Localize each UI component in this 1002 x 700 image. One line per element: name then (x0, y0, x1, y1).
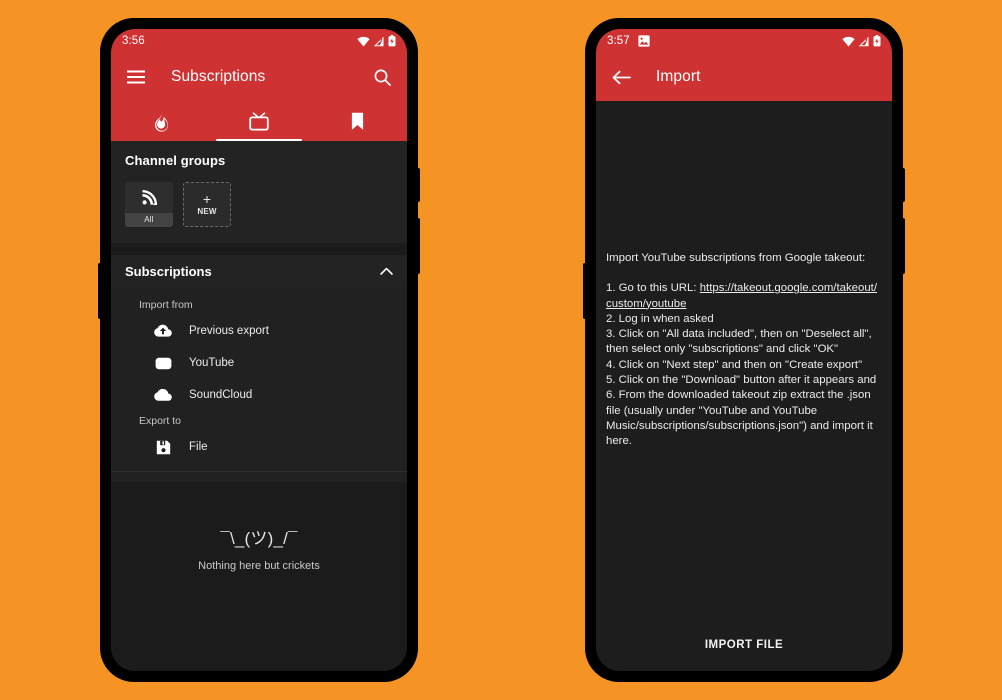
bookmark-icon (352, 112, 364, 130)
left-app-bar: Subscriptions (111, 53, 407, 101)
phone-left: 3:56 Subscriptions Channel groups All + … (98, 18, 420, 682)
phone-left-volume-button[interactable] (416, 218, 420, 274)
menu-item-soundcloud-label: SoundCloud (189, 389, 253, 401)
battery-icon (873, 35, 881, 47)
tab-trending[interactable] (111, 101, 210, 141)
menu-item-soundcloud[interactable]: SoundCloud (111, 379, 407, 411)
flame-icon (154, 110, 168, 132)
arrow-back-icon[interactable] (610, 66, 632, 88)
cell-signal-icon (373, 36, 384, 46)
channel-group-chip-new-label: NEW (197, 207, 217, 216)
import-step1-prefix: 1. Go to this URL: (606, 282, 700, 295)
hamburger-menu-icon[interactable] (125, 66, 147, 88)
phone-right-assistant-button[interactable] (583, 263, 587, 319)
channel-group-chip-all-label: All (125, 213, 173, 227)
menu-caption-import-from: Import from (139, 299, 193, 311)
save-disk-icon (153, 440, 173, 455)
search-icon[interactable] (371, 66, 393, 88)
import-flex-spacer (606, 450, 882, 639)
youtube-icon (153, 357, 173, 370)
left-status-system-icons (357, 35, 396, 47)
left-status-bar: 3:56 (111, 29, 407, 53)
import-file-button[interactable]: IMPORT FILE (606, 639, 882, 671)
menu-item-previous-export-label: Previous export (189, 325, 269, 337)
empty-state: ¯\_(ツ)_/¯ Nothing here but crickets (111, 482, 407, 671)
menu-item-youtube-label: YouTube (189, 357, 235, 369)
tab-bookmarks[interactable] (308, 101, 407, 141)
tab-subscriptions[interactable] (210, 101, 309, 141)
subscriptions-menu: Import from Previous export YouTube Soun… (111, 287, 407, 482)
screenshot-stage: 3:56 Subscriptions Channel groups All + … (0, 0, 1002, 700)
tv-icon (249, 111, 269, 130)
page-title: Subscriptions (171, 68, 266, 85)
phone-right-volume-button[interactable] (901, 218, 905, 274)
right-app-bar: Import (596, 53, 892, 101)
left-content: Channel groups All + NEW Subscriptions I… (111, 141, 407, 671)
channel-group-chip-new[interactable]: + NEW (183, 182, 231, 227)
import-blank-line (606, 266, 882, 281)
import-content: Import YouTube subscriptions from Google… (596, 101, 892, 671)
cloud-icon (153, 389, 173, 401)
left-status-time: 3:56 (122, 35, 145, 47)
wifi-icon (842, 36, 855, 46)
plus-icon: + (202, 191, 212, 207)
phone-right-power-button[interactable] (901, 168, 905, 202)
menu-caption-export-to: Export to (139, 415, 182, 427)
import-page-title: Import (656, 68, 701, 85)
empty-state-message: Nothing here but crickets (198, 560, 320, 572)
rss-icon (141, 182, 157, 213)
phone-right-screen: 3:57 Import Import YouTube subscriptions… (596, 29, 892, 671)
menu-item-previous-export[interactable]: Previous export (111, 315, 407, 347)
cloud-upload-icon (153, 324, 173, 338)
phone-right: 3:57 Import Import YouTube subscriptions… (583, 18, 905, 682)
left-tab-bar (111, 101, 407, 141)
channel-groups-chip-row: All + NEW (125, 182, 393, 227)
menu-item-youtube[interactable]: YouTube (111, 347, 407, 379)
subscriptions-section-title: Subscriptions (125, 263, 212, 279)
cell-signal-icon (858, 36, 869, 46)
phone-left-assistant-button[interactable] (98, 263, 102, 319)
import-intro: Import YouTube subscriptions from Google… (606, 252, 866, 264)
channel-groups-title: Channel groups (125, 153, 226, 168)
right-status-notification-icons (638, 35, 650, 47)
channel-groups-section: Channel groups All + NEW (111, 141, 407, 243)
channel-group-chip-all[interactable]: All (125, 182, 173, 227)
import-instructions: Import YouTube subscriptions from Google… (606, 251, 882, 450)
shrug-art: ¯\_(ツ)_/¯ (220, 529, 298, 548)
right-status-time: 3:57 (607, 35, 630, 47)
phone-left-screen: 3:56 Subscriptions Channel groups All + … (111, 29, 407, 671)
chevron-up-icon[interactable] (380, 262, 393, 280)
subscriptions-section-header[interactable]: Subscriptions (111, 255, 407, 287)
battery-icon (388, 35, 396, 47)
import-steps-rest: 2. Log in when asked 3. Click on "All da… (606, 312, 877, 448)
import-top-spacer (606, 101, 882, 251)
menu-item-file[interactable]: File (111, 431, 407, 463)
menu-divider (111, 471, 407, 472)
phone-left-power-button[interactable] (416, 168, 420, 202)
right-status-bar: 3:57 (596, 29, 892, 53)
screenshot-image-icon (638, 35, 650, 47)
section-gap (111, 243, 407, 255)
right-status-system-icons (842, 35, 881, 47)
menu-item-file-label: File (189, 441, 208, 453)
wifi-icon (357, 36, 370, 46)
